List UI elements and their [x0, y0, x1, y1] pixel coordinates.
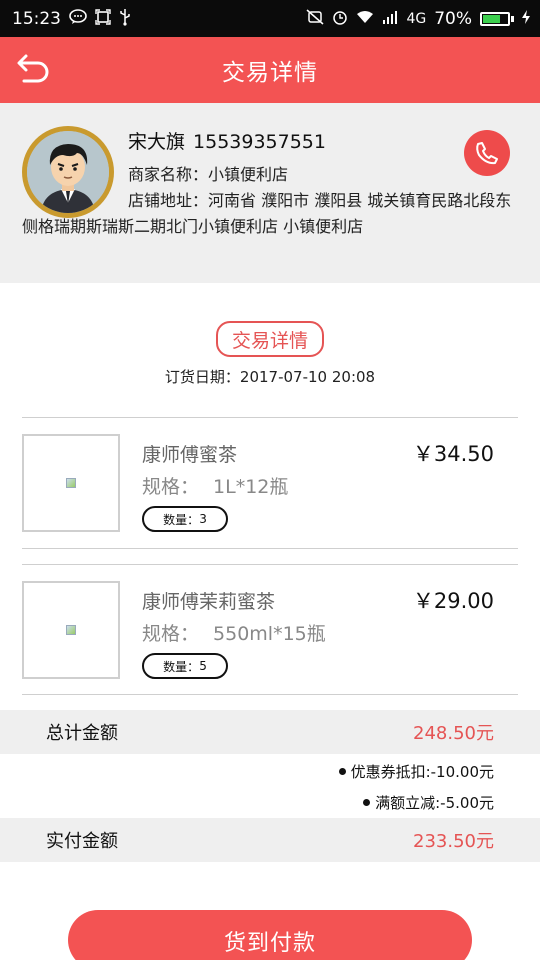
order-date-label: 订货日期： — [164, 368, 240, 386]
status-right: 4G 70% — [306, 9, 530, 29]
spec-value: 550ml*15瓶 — [213, 623, 326, 645]
back-arrow-icon — [17, 54, 49, 83]
divider — [22, 694, 518, 695]
image-placeholder-icon — [66, 478, 76, 488]
quantity-badge: 数量： 3 — [142, 506, 228, 532]
usb-icon — [119, 8, 131, 29]
phone-icon — [476, 142, 498, 165]
back-button[interactable] — [14, 51, 54, 91]
signal-icon — [382, 10, 398, 27]
battery-percent: 70% — [434, 8, 472, 29]
total-value: 248.50元 — [413, 723, 494, 744]
spec-label: 规格： — [142, 476, 200, 498]
paid-label: 实付金额 — [46, 831, 118, 852]
paid-amount-row: 实付金额 233.50元 — [0, 818, 540, 862]
address-label: 店铺地址： — [128, 191, 209, 210]
product-spec: 规格： 550ml*15瓶 — [142, 619, 326, 646]
qty-label: 数量： — [163, 659, 200, 674]
cash-on-delivery-button[interactable]: 货到付款 — [68, 910, 472, 960]
full-reduction: 满额立减:-5.00元 — [363, 792, 494, 813]
mute-icon — [306, 9, 324, 28]
bullet-icon — [338, 768, 346, 775]
merchant-name: 小镇便利店 — [208, 165, 289, 184]
coupon-text: 优惠券抵扣:-10.00元 — [350, 763, 494, 781]
order-item[interactable]: 康师傅茉莉蜜茶 规格： 550ml*15瓶 数量： 5 ￥29.00 — [0, 565, 540, 695]
contact-line: 宋大旗 15539357551 — [128, 127, 334, 154]
alarm-icon — [332, 9, 348, 28]
screenshot-icon — [95, 9, 111, 28]
address-text: 河南省 濮阳市 濮阳县 城关镇育民路北段东侧格瑞期斯瑞斯二期北门小镇便利店 小镇… — [22, 191, 512, 236]
divider — [22, 548, 518, 549]
product-price: ￥34.50 — [412, 442, 494, 466]
wifi-icon — [356, 10, 374, 27]
charging-icon — [522, 10, 530, 27]
paid-value: 233.50元 — [413, 831, 494, 852]
app-header: 交易详情 — [0, 37, 540, 103]
image-placeholder-icon — [66, 625, 76, 635]
bullet-icon — [363, 799, 371, 806]
product-spec: 规格： 1L*12瓶 — [142, 472, 288, 499]
order-date: 订货日期：2017-07-10 20:08 — [0, 366, 540, 387]
merchant-label: 商家名称： — [128, 165, 209, 184]
merchant-profile: 宋大旗 15539357551 商家名称：小镇便利店 店铺地址：河南省 濮阳市 濮… — [0, 103, 540, 283]
qty-label: 数量： — [163, 512, 200, 527]
status-bar: 15:23 4G 70% — [0, 0, 540, 37]
page-title: 交易详情 — [222, 60, 318, 86]
product-name: 康师傅茉莉蜜茶 — [142, 591, 276, 613]
merchant-name-line: 商家名称：小镇便利店 — [128, 161, 288, 185]
address-block: 店铺地址：河南省 濮阳市 濮阳县 城关镇育民路北段东侧格瑞期斯瑞斯二期北门小镇便… — [22, 188, 522, 240]
contact-phone: 15539357551 — [193, 131, 326, 153]
reduction-text: 满额立减:-5.00元 — [375, 794, 494, 812]
order-section-title: 交易详情 — [216, 321, 324, 357]
product-image — [22, 581, 120, 679]
chat-icon — [69, 9, 87, 28]
order-item[interactable]: 康师傅蜜茶 规格： 1L*12瓶 数量： 3 ￥34.50 — [0, 418, 540, 548]
status-time: 15:23 — [12, 8, 61, 29]
product-price: ￥29.00 — [412, 589, 494, 613]
qty-value: 3 — [199, 512, 207, 526]
network-type: 4G — [406, 10, 427, 27]
qty-value: 5 — [199, 659, 207, 673]
call-button[interactable] — [464, 130, 510, 176]
spec-label: 规格： — [142, 623, 200, 645]
contact-name: 宋大旗 — [128, 131, 186, 153]
order-date-value: 2017-07-10 20:08 — [239, 368, 376, 386]
coupon-discount: 优惠券抵扣:-10.00元 — [338, 761, 494, 782]
total-label: 总计金额 — [46, 723, 118, 744]
product-image — [22, 434, 120, 532]
spec-value: 1L*12瓶 — [213, 476, 289, 498]
product-name: 康师傅蜜茶 — [142, 444, 238, 466]
battery-icon — [480, 11, 514, 26]
total-amount-row: 总计金额 248.50元 — [0, 710, 540, 754]
quantity-badge: 数量： 5 — [142, 653, 228, 679]
status-left: 15:23 — [12, 8, 131, 29]
